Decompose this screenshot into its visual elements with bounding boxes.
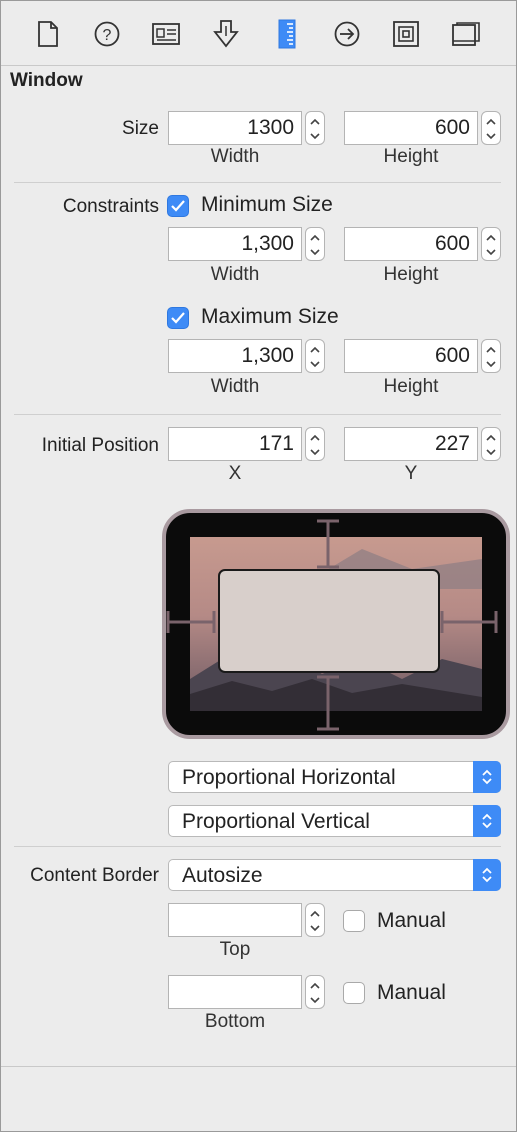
chevron-up-icon[interactable] bbox=[306, 905, 324, 921]
chevron-up-icon[interactable] bbox=[306, 229, 324, 245]
max-width-field[interactable]: 1,300 bbox=[168, 339, 302, 373]
popup-chevron-icon bbox=[473, 859, 501, 891]
maximum-size-label: Maximum Size bbox=[201, 305, 339, 328]
border-bottom-caption: Bottom bbox=[204, 1011, 266, 1032]
chevron-up-icon[interactable] bbox=[482, 229, 500, 245]
chevron-up-icon[interactable] bbox=[306, 429, 324, 445]
horizontal-position-value: Proportional Horizontal bbox=[182, 766, 396, 789]
min-height-stepper[interactable] bbox=[481, 227, 501, 261]
popup-chevron-icon bbox=[473, 805, 501, 837]
max-width-stepper[interactable] bbox=[305, 339, 325, 373]
identity-inspector-icon[interactable] bbox=[149, 17, 183, 51]
section-title: Window bbox=[10, 70, 83, 91]
chevron-down-icon[interactable] bbox=[306, 244, 324, 260]
chevron-up-icon[interactable] bbox=[306, 977, 324, 993]
position-y-field[interactable]: 227 bbox=[344, 427, 478, 461]
svg-text:?: ? bbox=[103, 27, 112, 44]
chevron-down-icon[interactable] bbox=[482, 356, 500, 372]
bottom-bar-divider bbox=[1, 1066, 516, 1067]
position-preview[interactable] bbox=[162, 509, 510, 739]
size-height-stepper[interactable] bbox=[481, 111, 501, 145]
view-effects-inspector-icon[interactable] bbox=[449, 17, 483, 51]
divider bbox=[14, 846, 501, 847]
position-x-stepper[interactable] bbox=[305, 427, 325, 461]
maximum-size-checkbox[interactable] bbox=[167, 307, 189, 329]
max-height-caption: Height bbox=[383, 376, 439, 397]
divider bbox=[14, 182, 501, 183]
min-height-field[interactable]: 600 bbox=[344, 227, 478, 261]
top-manual-checkbox[interactable] bbox=[343, 910, 365, 932]
chevron-down-icon[interactable] bbox=[306, 356, 324, 372]
content-border-popup[interactable]: Autosize bbox=[168, 859, 501, 891]
chevron-down-icon[interactable] bbox=[482, 444, 500, 460]
size-height-caption: Height bbox=[383, 146, 439, 167]
vertical-position-value: Proportional Vertical bbox=[182, 810, 370, 833]
chevron-down-icon[interactable] bbox=[482, 128, 500, 144]
position-x-caption: X bbox=[228, 463, 242, 484]
bottom-manual-label: Manual bbox=[377, 981, 446, 1004]
bindings-inspector-icon[interactable] bbox=[389, 17, 423, 51]
chevron-down-icon[interactable] bbox=[482, 244, 500, 260]
chevron-down-icon[interactable] bbox=[306, 444, 324, 460]
chevron-up-icon[interactable] bbox=[306, 113, 324, 129]
border-top-stepper[interactable] bbox=[305, 903, 325, 937]
position-y-stepper[interactable] bbox=[481, 427, 501, 461]
popup-chevron-icon bbox=[473, 761, 501, 793]
max-height-stepper[interactable] bbox=[481, 339, 501, 373]
constraints-label: Constraints bbox=[62, 196, 159, 217]
size-label: Size bbox=[122, 118, 159, 139]
size-width-field[interactable]: 1300 bbox=[168, 111, 302, 145]
minimum-size-checkbox[interactable] bbox=[167, 195, 189, 217]
bottom-manual-checkbox[interactable] bbox=[343, 982, 365, 1004]
initial-position-label: Initial Position bbox=[41, 435, 159, 456]
content-border-value: Autosize bbox=[182, 864, 263, 887]
top-manual-label: Manual bbox=[377, 909, 446, 932]
size-inspector-icon[interactable] bbox=[270, 17, 304, 51]
border-bottom-field[interactable] bbox=[168, 975, 302, 1009]
position-x-field[interactable]: 171 bbox=[168, 427, 302, 461]
quick-help-icon[interactable]: ? bbox=[90, 17, 124, 51]
min-height-caption: Height bbox=[383, 264, 439, 285]
min-width-stepper[interactable] bbox=[305, 227, 325, 261]
size-width-stepper[interactable] bbox=[305, 111, 325, 145]
minimum-size-label: Minimum Size bbox=[201, 193, 333, 216]
border-bottom-stepper[interactable] bbox=[305, 975, 325, 1009]
chevron-down-icon[interactable] bbox=[306, 920, 324, 936]
border-top-caption: Top bbox=[219, 939, 251, 960]
chevron-up-icon[interactable] bbox=[482, 113, 500, 129]
max-width-caption: Width bbox=[210, 376, 260, 397]
horizontal-position-popup[interactable]: Proportional Horizontal bbox=[168, 761, 501, 793]
content-border-label: Content Border bbox=[30, 865, 159, 886]
attributes-inspector-icon[interactable] bbox=[209, 17, 243, 51]
chevron-up-icon[interactable] bbox=[482, 429, 500, 445]
border-top-field[interactable] bbox=[168, 903, 302, 937]
min-width-caption: Width bbox=[210, 264, 260, 285]
checkmark-icon bbox=[171, 312, 185, 324]
min-width-field[interactable]: 1,300 bbox=[168, 227, 302, 261]
checkmark-icon bbox=[171, 200, 185, 212]
size-width-caption: Width bbox=[210, 146, 260, 167]
divider bbox=[14, 414, 501, 415]
chevron-down-icon[interactable] bbox=[306, 128, 324, 144]
chevron-up-icon[interactable] bbox=[482, 341, 500, 357]
chevron-up-icon[interactable] bbox=[306, 341, 324, 357]
vertical-position-popup[interactable]: Proportional Vertical bbox=[168, 805, 501, 837]
chevron-down-icon[interactable] bbox=[306, 992, 324, 1008]
size-height-field[interactable]: 600 bbox=[344, 111, 478, 145]
connections-inspector-icon[interactable] bbox=[330, 17, 364, 51]
position-y-caption: Y bbox=[404, 463, 418, 484]
inspector-toolbar: ? bbox=[1, 1, 516, 66]
file-inspector-icon[interactable] bbox=[31, 17, 65, 51]
max-height-field[interactable]: 600 bbox=[344, 339, 478, 373]
